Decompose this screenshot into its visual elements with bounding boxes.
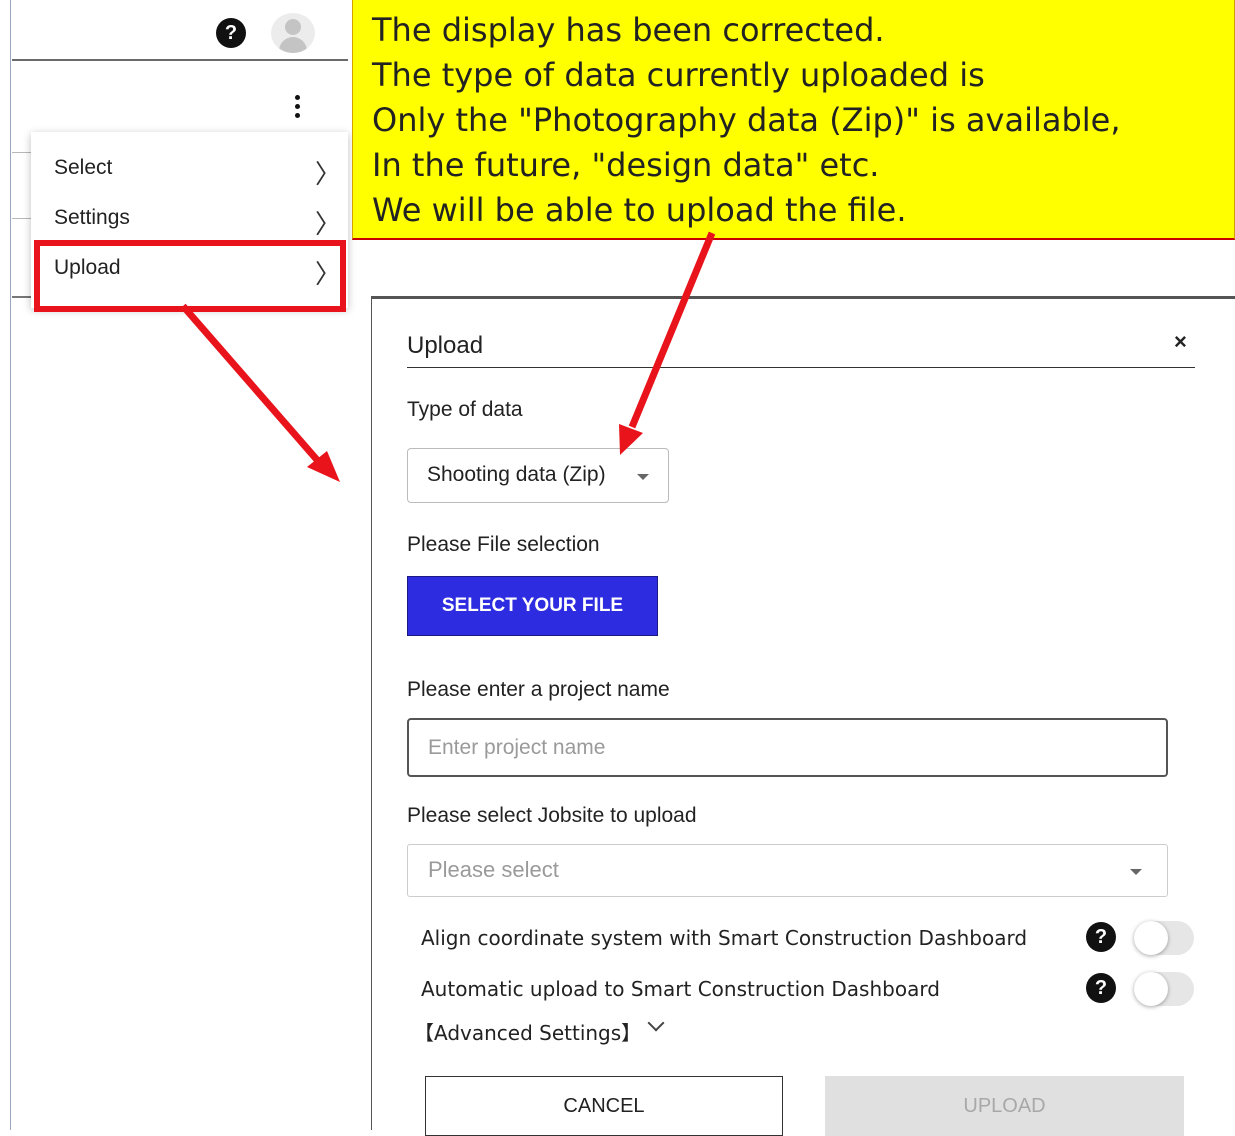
caret-down-icon xyxy=(637,474,649,480)
project-name-input[interactable] xyxy=(407,718,1168,777)
help-icon[interactable]: ? xyxy=(1086,973,1116,1003)
menu-item-settings[interactable]: Settings 〉 xyxy=(31,193,348,243)
dialog-title: Upload xyxy=(407,332,484,359)
advanced-settings-toggle[interactable]: 【Advanced Settings】 xyxy=(414,1017,641,1046)
align-coordinate-toggle[interactable] xyxy=(1134,921,1194,955)
chevron-right-icon: 〉 xyxy=(315,160,342,190)
auto-upload-toggle[interactable] xyxy=(1134,972,1194,1006)
annotation-line: In the future, "design data" etc. xyxy=(372,146,880,184)
annotation-note: The display has been corrected. The type… xyxy=(352,0,1235,240)
arrow-head xyxy=(307,451,340,482)
dialog-title-divider xyxy=(407,367,1195,368)
annotation-line: The display has been corrected. xyxy=(372,11,885,49)
arrow-line xyxy=(180,303,321,464)
annotation-line: Only the "Photography data (Zip)" is ava… xyxy=(372,101,1121,139)
help-icon[interactable]: ? xyxy=(1086,922,1116,952)
jobsite-label: Please select Jobsite to upload xyxy=(407,804,697,827)
toggle-knob xyxy=(1134,972,1168,1006)
project-name-label: Please enter a project name xyxy=(407,678,670,701)
align-coordinate-label: Align coordinate system with Smart Const… xyxy=(421,926,1028,950)
select-file-button[interactable]: SELECT YOUR FILE xyxy=(407,576,658,636)
more-options-icon[interactable] xyxy=(288,93,308,121)
type-of-data-select[interactable]: Shooting data (Zip) xyxy=(407,448,669,503)
jobsite-select[interactable]: Please select xyxy=(407,844,1168,897)
toggle-knob xyxy=(1134,921,1168,955)
avatar[interactable] xyxy=(271,13,315,53)
close-icon[interactable]: × xyxy=(1174,329,1187,355)
file-selection-label: Please File selection xyxy=(407,533,600,556)
background-row-divider xyxy=(12,152,31,153)
upload-button[interactable]: UPLOAD xyxy=(825,1076,1184,1136)
chevron-right-icon: 〉 xyxy=(315,210,342,240)
cancel-button[interactable]: CANCEL xyxy=(425,1076,783,1136)
avatar-head-shape xyxy=(285,19,301,35)
auto-upload-label: Automatic upload to Smart Construction D… xyxy=(421,977,940,1001)
background-row-divider xyxy=(12,218,31,219)
menu-item-select[interactable]: Select 〉 xyxy=(31,143,348,193)
type-of-data-value: Shooting data (Zip) xyxy=(427,463,606,486)
chevron-down-icon[interactable] xyxy=(647,1014,665,1032)
window-left-border xyxy=(10,0,11,1130)
upload-highlight-box xyxy=(34,240,346,312)
avatar-body-shape xyxy=(279,37,307,53)
header-divider xyxy=(12,59,348,61)
caret-down-icon xyxy=(1130,869,1142,875)
annotation-line: We will be able to upload the file. xyxy=(372,191,907,229)
menu-item-label: Select xyxy=(54,156,113,179)
upload-dialog: Upload × Type of data Shooting data (Zip… xyxy=(371,296,1235,1136)
help-icon[interactable]: ? xyxy=(216,18,246,48)
annotation-line: The type of data currently uploaded is xyxy=(372,56,985,94)
menu-item-label: Settings xyxy=(54,206,130,229)
jobsite-placeholder: Please select xyxy=(428,857,559,882)
type-of-data-label: Type of data xyxy=(407,398,523,421)
